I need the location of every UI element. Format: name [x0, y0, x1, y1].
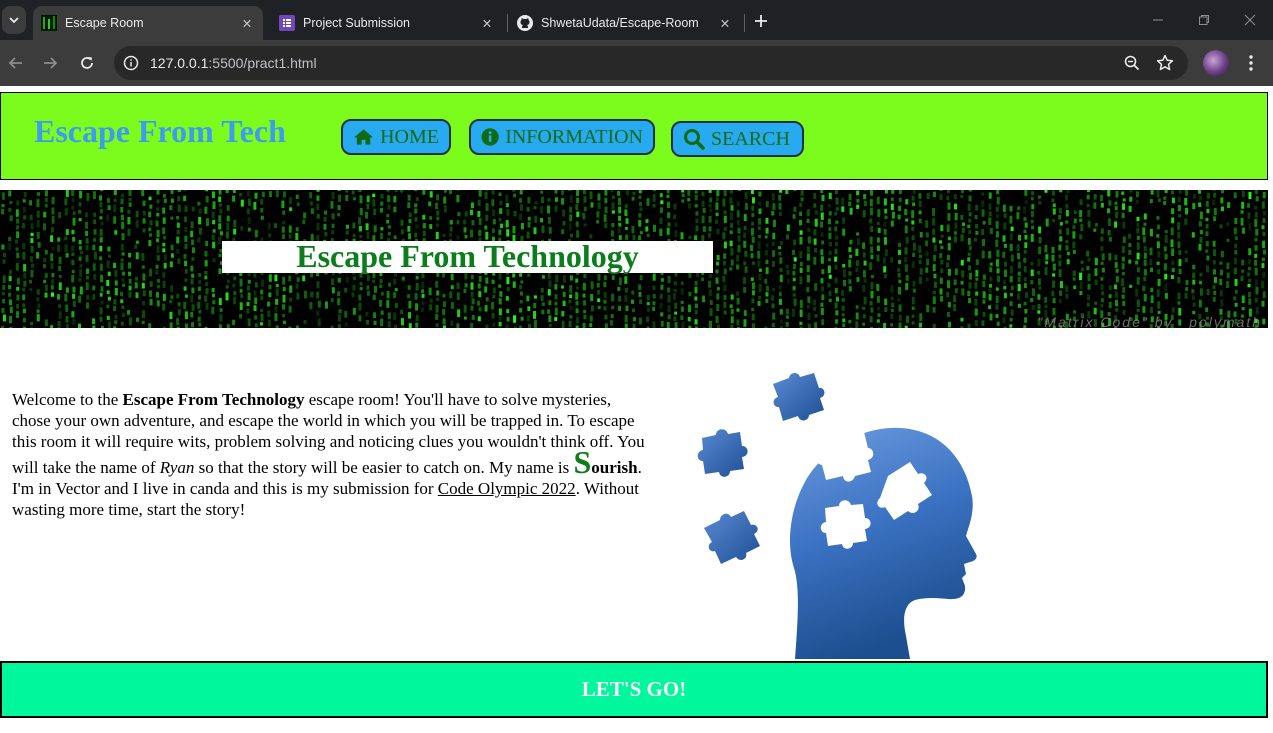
intro-text: Welcome to the [12, 390, 123, 409]
banner-title-box: Escape From Technology [222, 238, 713, 274]
tab-separator [507, 14, 508, 32]
intro-character-name: Ryan [159, 458, 195, 477]
restore-icon [1199, 15, 1209, 25]
intro-author-name: ourish [591, 458, 638, 477]
head-puzzle-image [697, 372, 977, 659]
restore-button[interactable] [1192, 8, 1216, 32]
image-credit: "Matrix Code" by _polymath [1037, 314, 1262, 328]
browser-tab-strip: Escape Room ✕ Project Submission ✕ Shwet… [0, 0, 1273, 40]
bookmark-star-icon[interactable] [1153, 51, 1177, 75]
close-tab-icon[interactable]: ✕ [715, 13, 735, 33]
site-brand: Escape From Tech [34, 113, 286, 149]
browser-toolbar: 127.0.0.1:5500/pract1.html [0, 40, 1273, 86]
nav-home-button[interactable]: HOME [341, 119, 451, 155]
intro-bold-title: Escape From Technology [122, 390, 305, 409]
intro-paragraph: Welcome to the Escape From Technology es… [12, 389, 652, 520]
matrix-banner: Escape From Technology "Matrix Code" by … [0, 190, 1268, 328]
matrix-favicon-icon [41, 15, 57, 31]
tab-title: Escape Room [65, 16, 144, 30]
intro-text: so that the story will be easier to catc… [194, 458, 574, 477]
home-icon [353, 129, 374, 145]
cta-label: LET'S GO! [581, 677, 687, 701]
nav-label: HOME [380, 125, 439, 148]
browser-menu-button[interactable] [1240, 51, 1262, 75]
nav-information-button[interactable]: INFORMATION [469, 119, 655, 155]
forward-button[interactable] [38, 51, 62, 75]
site-info-icon[interactable] [120, 52, 142, 74]
intro-big-letter: S [573, 444, 592, 480]
chevron-down-icon [9, 17, 19, 24]
profile-avatar[interactable] [1203, 50, 1229, 76]
code-olympic-link[interactable]: Code Olympic 2022 [438, 479, 576, 498]
close-tab-icon[interactable]: ✕ [477, 13, 497, 33]
reload-button[interactable] [75, 51, 99, 75]
zoom-icon[interactable] [1120, 51, 1144, 75]
new-tab-button[interactable] [750, 10, 772, 32]
address-bar[interactable]: 127.0.0.1:5500/pract1.html [114, 46, 1188, 80]
nav-search-button[interactable]: SEARCH [671, 121, 804, 157]
minimize-button[interactable] [1146, 8, 1170, 32]
reload-icon [81, 57, 93, 69]
github-icon [517, 15, 533, 31]
web-page: Escape From Tech HOME INFORMATION SEARCH… [0, 86, 1273, 733]
tab-title: Project Submission [303, 16, 410, 30]
tab-search-button[interactable] [2, 6, 26, 34]
close-window-button[interactable] [1238, 8, 1262, 32]
form-favicon-icon [279, 15, 295, 31]
close-icon [1244, 14, 1256, 26]
nav-label: INFORMATION [505, 125, 643, 148]
tab-github-repo[interactable]: ShwetaUdata/Escape-Room ✕ [509, 6, 741, 40]
tab-escape-room[interactable]: Escape Room ✕ [33, 6, 263, 40]
tab-separator [744, 14, 745, 32]
plus-icon [755, 15, 767, 27]
tab-project-submission[interactable]: Project Submission ✕ [271, 6, 503, 40]
banner-title: Escape From Technology [296, 238, 639, 274]
tab-title: ShwetaUdata/Escape-Room [541, 16, 699, 30]
back-button[interactable] [4, 51, 28, 75]
site-header: Escape From Tech HOME INFORMATION SEARCH [0, 92, 1268, 180]
info-icon [481, 128, 499, 146]
url-text: 127.0.0.1:5500/pract1.html [150, 55, 317, 71]
search-icon [684, 129, 705, 150]
close-tab-icon[interactable]: ✕ [237, 13, 257, 33]
kebab-menu-icon [1249, 55, 1253, 71]
nav-label: SEARCH [711, 127, 790, 150]
arrow-right-icon [44, 57, 58, 69]
lets-go-button[interactable]: LET'S GO! [0, 661, 1268, 718]
minimize-icon [1153, 19, 1163, 21]
arrow-left-icon [8, 57, 22, 69]
